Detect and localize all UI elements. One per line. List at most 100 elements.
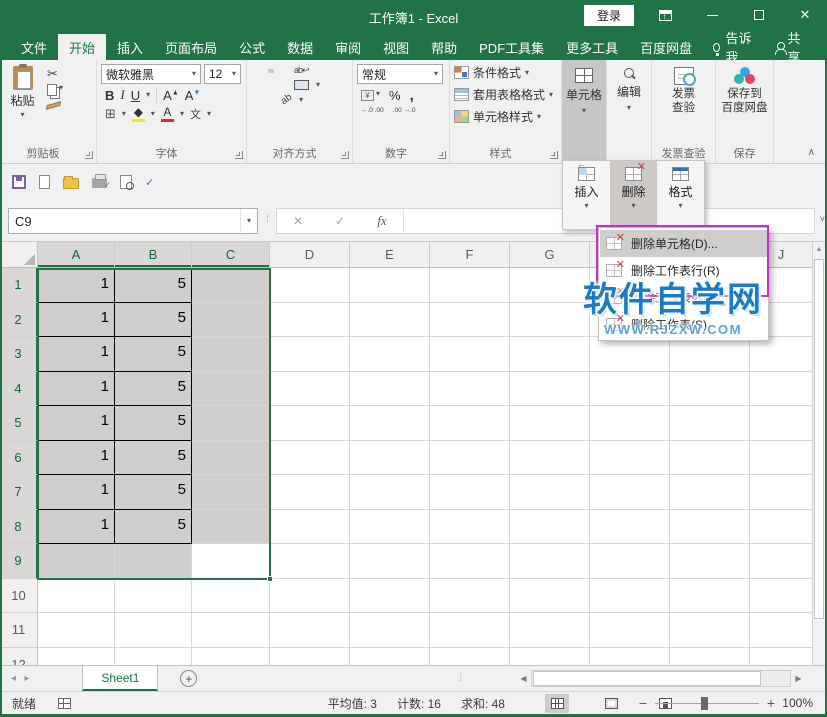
cell-H3[interactable] xyxy=(590,337,670,372)
cell-E1[interactable] xyxy=(350,268,430,303)
zoom-level[interactable]: 100% xyxy=(782,696,813,710)
cell-A11[interactable] xyxy=(38,613,115,648)
col-header-E[interactable]: E xyxy=(350,242,430,267)
cell-J3[interactable] xyxy=(750,337,813,372)
qat-button[interactable] xyxy=(92,176,107,188)
row-header-1[interactable]: 1 xyxy=(0,268,38,303)
cell-G7[interactable] xyxy=(510,475,590,510)
cancel-entry-button[interactable]: ✕ xyxy=(277,214,319,228)
font-color-button[interactable]: A xyxy=(161,106,174,122)
style-button[interactable]: 单元格样式 ▾ xyxy=(454,108,557,125)
shrink-font-button[interactable]: A▼ xyxy=(185,88,201,103)
row-header-4[interactable]: 4 xyxy=(0,372,38,407)
ribbon-tab[interactable]: 视图 xyxy=(372,34,420,60)
maximize-button[interactable] xyxy=(744,0,774,30)
cell-J8[interactable] xyxy=(750,510,813,545)
cell-A2[interactable]: 1 xyxy=(38,303,115,338)
minimize-button[interactable] xyxy=(697,0,727,30)
clipboard-dialog-launcher[interactable] xyxy=(85,151,93,159)
cell-D1[interactable] xyxy=(270,268,350,303)
merge-center-button[interactable] xyxy=(294,80,309,90)
cell-E9[interactable] xyxy=(350,544,430,579)
close-button[interactable]: ✕ xyxy=(790,0,820,30)
align-center-button[interactable] xyxy=(268,83,274,87)
normal-view-button[interactable] xyxy=(545,694,569,713)
bottom-align-button[interactable] xyxy=(281,69,287,73)
cell-F6[interactable] xyxy=(430,441,510,476)
cell-I10[interactable] xyxy=(670,579,750,614)
cell-E12[interactable] xyxy=(350,648,430,666)
cell-E4[interactable] xyxy=(350,372,430,407)
row-header-6[interactable]: 6 xyxy=(0,441,38,476)
cell-I6[interactable] xyxy=(670,441,750,476)
cell-H4[interactable] xyxy=(590,372,670,407)
col-header-C[interactable]: C xyxy=(192,242,270,267)
ribbon-tab[interactable]: 审阅 xyxy=(324,34,372,60)
number-format-combo[interactable]: 常规▾ xyxy=(357,64,443,84)
delete-menu-item[interactable]: 删除工作表列(C) xyxy=(600,284,767,311)
cell-B2[interactable]: 5 xyxy=(115,303,192,338)
cells-panel-button[interactable]: 删除 ▾ xyxy=(610,161,657,229)
cut-icon[interactable]: ✂ xyxy=(47,67,63,80)
scroll-up-arrow[interactable]: ▲ xyxy=(813,242,825,257)
cell-D5[interactable] xyxy=(270,406,350,441)
qat-button[interactable] xyxy=(145,176,154,189)
cell-B6[interactable]: 5 xyxy=(115,441,192,476)
horizontal-scroll-thumb[interactable] xyxy=(533,671,761,686)
format-painter-icon[interactable] xyxy=(46,101,61,110)
cell-I3[interactable] xyxy=(670,337,750,372)
horizontal-scrollbar[interactable]: ◀ ▶ xyxy=(516,669,806,688)
phonetic-button[interactable]: 文 xyxy=(190,106,201,122)
cell-B5[interactable]: 5 xyxy=(115,406,192,441)
cell-I8[interactable] xyxy=(670,510,750,545)
align-right-button[interactable] xyxy=(281,83,287,87)
cell-G2[interactable] xyxy=(510,303,590,338)
cell-I5[interactable] xyxy=(670,406,750,441)
styles-dialog-launcher[interactable] xyxy=(550,151,558,159)
cell-F8[interactable] xyxy=(430,510,510,545)
cell-A4[interactable]: 1 xyxy=(38,372,115,407)
cell-H8[interactable] xyxy=(590,510,670,545)
cell-F3[interactable] xyxy=(430,337,510,372)
cell-A9[interactable] xyxy=(38,544,115,579)
qat-button[interactable] xyxy=(39,175,50,189)
row-header-9[interactable]: 9 xyxy=(0,544,38,579)
cell-J6[interactable] xyxy=(750,441,813,476)
cell-J12[interactable] xyxy=(750,648,813,666)
cell-A7[interactable]: 1 xyxy=(38,475,115,510)
cell-H12[interactable] xyxy=(590,648,670,666)
cell-I7[interactable] xyxy=(670,475,750,510)
row-header-3[interactable]: 3 xyxy=(0,337,38,372)
orientation-button[interactable]: ab xyxy=(279,92,294,107)
cell-C2[interactable] xyxy=(192,303,270,338)
login-button[interactable]: 登录 xyxy=(584,5,634,26)
cell-H7[interactable] xyxy=(590,475,670,510)
cells-group-button[interactable]: 单元格 ▾ xyxy=(562,60,606,163)
name-box-dropdown-icon[interactable]: ▾ xyxy=(240,209,251,233)
cell-D9[interactable] xyxy=(270,544,350,579)
decrease-indent-button[interactable] xyxy=(255,98,261,102)
cell-F9[interactable] xyxy=(430,544,510,579)
delete-menu-item[interactable]: 删除工作表行(R) xyxy=(600,257,767,284)
cell-C1[interactable] xyxy=(192,268,270,303)
cell-G6[interactable] xyxy=(510,441,590,476)
qat-button[interactable] xyxy=(63,175,79,189)
row-header-11[interactable]: 11 xyxy=(0,613,38,648)
alignment-dialog-launcher[interactable] xyxy=(341,151,349,159)
cell-J9[interactable] xyxy=(750,544,813,579)
name-box[interactable]: C9 ▾ xyxy=(8,208,258,234)
cell-C5[interactable] xyxy=(192,406,270,441)
qat-button[interactable] xyxy=(120,175,132,189)
ribbon-tab[interactable]: 公式 xyxy=(228,34,276,60)
cell-E10[interactable] xyxy=(350,579,430,614)
italic-button[interactable]: I xyxy=(120,87,124,103)
cell-B12[interactable] xyxy=(115,648,192,666)
top-align-button[interactable] xyxy=(255,69,261,73)
save-to-baidu-button[interactable]: 保存到百度网盘 xyxy=(720,64,769,116)
cell-B1[interactable]: 5 xyxy=(115,268,192,303)
ribbon-tab[interactable]: 文件 xyxy=(10,34,58,60)
row-header-12[interactable]: 12 xyxy=(0,648,38,666)
zoom-out-button[interactable]: − xyxy=(637,695,649,711)
cell-I11[interactable] xyxy=(670,613,750,648)
col-header-G[interactable]: G xyxy=(510,242,590,267)
